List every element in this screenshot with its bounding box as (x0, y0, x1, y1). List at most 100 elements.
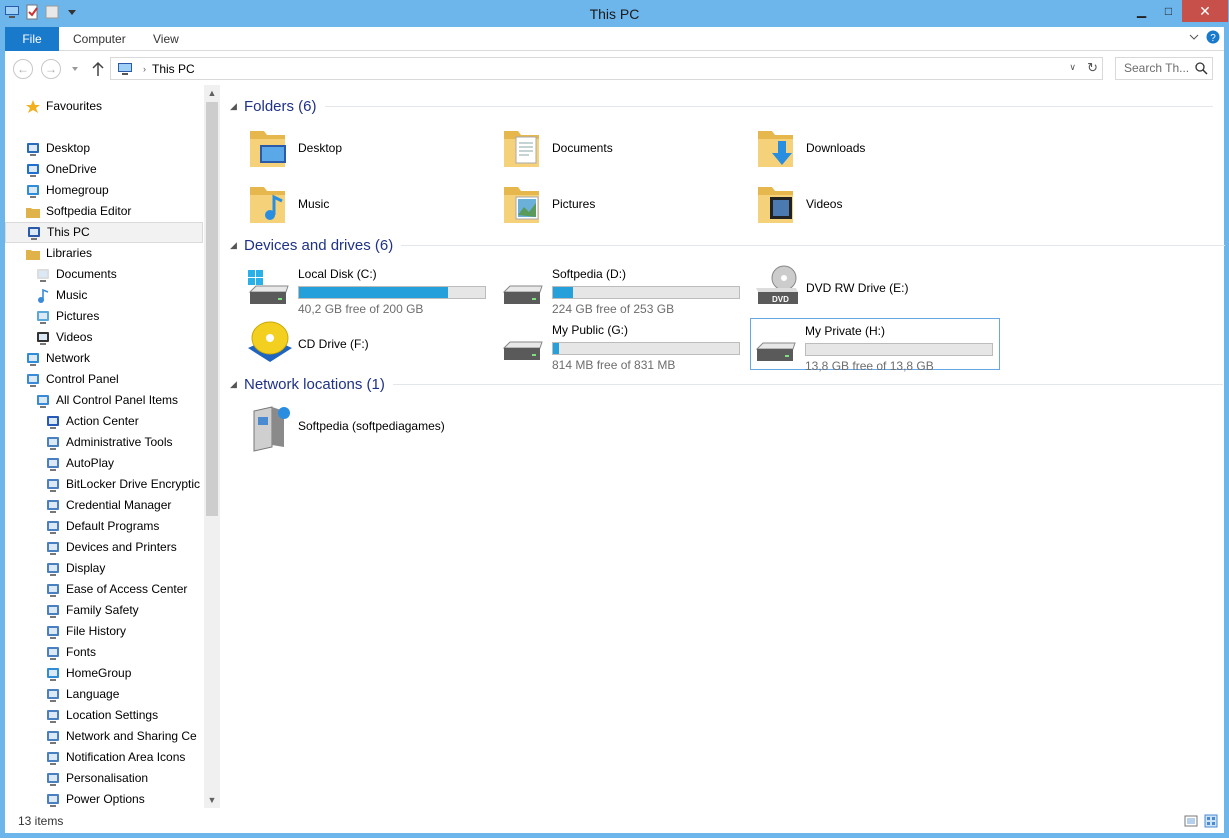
tab-computer[interactable]: Computer (59, 27, 140, 51)
address-box[interactable]: › This PC ∨ ↻ (110, 57, 1103, 80)
breadcrumb-separator-icon[interactable]: › (143, 64, 146, 74)
sidebar-item-control-panel[interactable]: Control Panel (25, 369, 119, 390)
folder-label: Pictures (552, 197, 596, 211)
expand-ribbon-icon[interactable] (1188, 31, 1200, 43)
free-space-text: 40,2 GB free of 200 GB (298, 302, 424, 316)
sidebar-item-file-history[interactable]: File History (45, 621, 126, 642)
sidebar-item-network-and-sharing-ce[interactable]: Network and Sharing Ce (45, 726, 197, 747)
folder-desktop[interactable]: Desktop (244, 123, 494, 175)
sidebar-item-location-settings[interactable]: Location Settings (45, 705, 158, 726)
network-location[interactable]: Softpedia (softpediagames) (244, 401, 494, 453)
sidebar-item-onedrive[interactable]: OneDrive (25, 159, 97, 180)
back-button[interactable]: ← (13, 59, 33, 79)
sidebar-item-notification-area-icons[interactable]: Notification Area Icons (45, 747, 185, 768)
scroll-up-icon[interactable]: ▲ (204, 85, 220, 101)
folder-downloads[interactable]: Downloads (752, 123, 1002, 175)
drive-label: My Public (G:) (552, 323, 629, 337)
drive-softpedia-d[interactable]: Softpedia (D:) 224 GB free of 253 GB (498, 262, 748, 316)
drive-local-disk-c[interactable]: Local Disk (C:) 40,2 GB free of 200 GB (244, 262, 494, 316)
sidebar-item-label: Language (66, 687, 120, 701)
collapse-chevron-icon[interactable]: ◢ (230, 240, 237, 251)
sidebar-item-devices-and-printers[interactable]: Devices and Printers (45, 537, 177, 558)
tab-view[interactable]: View (139, 27, 193, 51)
sidebar-item-label: Favourites (46, 99, 103, 113)
refresh-icon[interactable]: ↻ (1087, 60, 1098, 76)
group-title: Devices and drives (6) (244, 237, 394, 254)
collapse-chevron-icon[interactable]: ◢ (230, 101, 237, 112)
cd-drive-icon (248, 321, 292, 362)
file-history-icon (47, 625, 59, 639)
collapse-chevron-icon[interactable]: ◢ (230, 379, 237, 390)
sidebar-item-bitlocker-drive-encryptic[interactable]: BitLocker Drive Encryptic (45, 474, 200, 495)
sidebar-item-favourites[interactable]: Favourites (25, 96, 102, 117)
drive-dvd-rw-drive-e[interactable]: DVD DVD RW Drive (E:) (752, 262, 1002, 314)
scroll-down-icon[interactable]: ▼ (204, 792, 220, 808)
sidebar-item-softpedia-editor[interactable]: Softpedia Editor (25, 201, 131, 222)
sidebar-item-default-programs[interactable]: Default Programs (45, 516, 159, 537)
folder-music[interactable]: Music (244, 179, 494, 231)
sidebar-item-label: Default Programs (66, 519, 160, 533)
sidebar-item-this-pc[interactable]: This PC (5, 222, 203, 243)
sidebar-item-fonts[interactable]: Fonts (45, 642, 96, 663)
scrollbar-thumb[interactable] (206, 102, 218, 516)
sidebar-item-power-options[interactable]: Power Options (45, 789, 145, 808)
sidebar-item-credential-manager[interactable]: Credential Manager (45, 495, 171, 516)
tab-file[interactable]: File (5, 27, 59, 51)
up-arrow-icon[interactable] (91, 61, 105, 77)
search-icon[interactable] (1195, 62, 1208, 75)
navigation-scrollbar[interactable]: ▲ ▼ (204, 85, 220, 808)
desktop-folder-icon (250, 131, 286, 167)
group-header-folders[interactable]: ◢ Folders (6) (230, 98, 1213, 115)
sidebar-item-display[interactable]: Display (45, 558, 105, 579)
sidebar-item-documents[interactable]: Documents (35, 264, 117, 285)
title-bar[interactable]: This PC ▁ □ ✕ (0, 0, 1229, 27)
sidebar-item-pictures[interactable]: Pictures (35, 306, 99, 327)
divider (324, 106, 1213, 107)
sidebar-item-homegroup[interactable]: HomeGroup (45, 663, 131, 684)
drive-cd-drive-f[interactable]: CD Drive (F:) (244, 318, 494, 370)
breadcrumb[interactable]: This PC (152, 62, 195, 76)
dvd-drive-icon: DVD (756, 265, 798, 304)
sidebar-item-action-center[interactable]: Action Center (45, 411, 139, 432)
sidebar-item-all-control-panel-items[interactable]: All Control Panel Items (35, 390, 178, 411)
homegroup-icon (27, 184, 39, 198)
sidebar-item-libraries[interactable]: Libraries (25, 243, 92, 264)
sidebar-item-family-safety[interactable]: Family Safety (45, 600, 139, 621)
maximize-button[interactable]: □ (1155, 0, 1182, 22)
drive-my-private-h[interactable]: My Private (H:) 13,8 GB free of 13,8 GB (750, 318, 1000, 373)
sidebar-item-label: Control Panel (46, 372, 119, 386)
credential-icon (47, 499, 59, 513)
family-icon (47, 604, 59, 618)
sidebar-item-homegroup[interactable]: Homegroup (25, 180, 109, 201)
drive-my-public-g[interactable]: My Public (G:) 814 MB free of 831 MB (498, 318, 748, 372)
folder-pictures[interactable]: Pictures (498, 179, 748, 231)
folder-videos[interactable]: Videos (752, 179, 1002, 231)
sidebar-item-videos[interactable]: Videos (35, 327, 92, 348)
large-icons-view-icon[interactable] (1204, 814, 1218, 828)
sidebar-item-label: Display (66, 561, 106, 575)
hard-drive-icon (502, 285, 543, 304)
sidebar-item-music[interactable]: Music (35, 285, 87, 306)
sidebar-item-ease-of-access-center[interactable]: Ease of Access Center (45, 579, 187, 600)
sidebar-item-personalisation[interactable]: Personalisation (45, 768, 148, 789)
folder-documents[interactable]: Documents (498, 123, 748, 175)
minimize-button[interactable]: ▁ (1128, 0, 1155, 22)
help-icon[interactable]: ? (1206, 30, 1220, 44)
sidebar-item-label: Location Settings (66, 708, 159, 722)
control-panel-items-icon (37, 394, 49, 408)
close-button[interactable]: ✕ (1182, 0, 1228, 22)
details-view-icon[interactable] (1184, 814, 1198, 828)
folder-label: Videos (806, 197, 843, 211)
sidebar-item-administrative-tools[interactable]: Administrative Tools (45, 432, 173, 453)
sidebar-item-label: HomeGroup (66, 666, 132, 680)
sidebar-item-network[interactable]: Network (25, 348, 90, 369)
forward-button[interactable]: → (41, 59, 61, 79)
address-dropdown-icon[interactable]: ∨ (1069, 62, 1076, 73)
sidebar-item-desktop[interactable]: Desktop (25, 138, 90, 159)
recent-locations-icon[interactable] (71, 65, 79, 73)
group-header-network[interactable]: ◢ Network locations (1) (230, 376, 1223, 393)
capacity-fill (299, 287, 448, 298)
sidebar-item-autoplay[interactable]: AutoPlay (45, 453, 114, 474)
group-header-devices[interactable]: ◢ Devices and drives (6) (230, 237, 1226, 254)
sidebar-item-language[interactable]: Language (45, 684, 119, 705)
